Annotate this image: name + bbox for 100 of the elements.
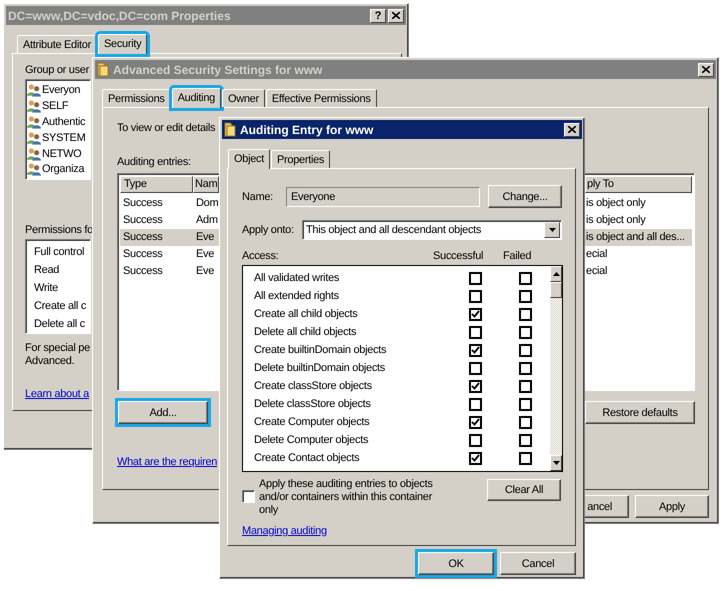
table-cell[interactable]: Dom [193, 195, 219, 212]
tab[interactable]: Object [228, 149, 270, 169]
table-cell[interactable]: Eve [193, 246, 219, 263]
successful-checkbox[interactable] [468, 362, 482, 374]
apply-children-label: Apply these auditing entries to objects and/or containers within this container only [259, 478, 434, 517]
table-cell[interactable]: Adm [193, 212, 219, 229]
user-name[interactable]: Everyon [42, 84, 80, 96]
apply-onto-label: Apply onto: [242, 224, 295, 236]
failed-checkbox[interactable] [518, 362, 532, 374]
clear-all-button[interactable]: Clear All [487, 479, 561, 501]
table-cell[interactable]: Eve [193, 229, 219, 246]
ok-button[interactable]: OK [418, 552, 494, 575]
tab[interactable]: Security [98, 34, 148, 54]
successful-checkbox[interactable] [468, 398, 482, 410]
failed-checkbox[interactable] [518, 452, 532, 464]
learn-link[interactable]: Learn about a [25, 388, 89, 400]
scrollbar[interactable] [550, 266, 562, 471]
access-name: Create classStore objects [254, 380, 373, 392]
permission-name: Write [34, 281, 59, 296]
failed-checkbox[interactable] [518, 290, 532, 302]
access-name: Delete classStore objects [254, 398, 372, 410]
window-title: DC=www,DC=vdoc,DC=com Properties [8, 8, 231, 22]
access-name: All extended rights [254, 290, 340, 302]
failed-checkbox[interactable] [518, 326, 532, 338]
tab[interactable]: Permissions [102, 89, 171, 107]
managing-auditing-link[interactable]: Managing auditing [242, 525, 327, 537]
table-cell[interactable]: Success [120, 246, 193, 263]
successful-checkbox[interactable] [468, 380, 482, 392]
add-button[interactable]: Add... [118, 401, 208, 424]
column-header[interactable]: Type [120, 176, 193, 193]
tab[interactable]: Properties [271, 150, 330, 168]
failed-checkbox[interactable] [518, 344, 532, 356]
successful-checkbox[interactable] [468, 326, 482, 338]
successful-checkbox[interactable] [468, 434, 482, 446]
apply-onto-dropdown[interactable]: This object and all descendant objects [302, 220, 562, 240]
successful-checkbox[interactable] [468, 452, 482, 464]
tab[interactable]: Effective Permissions [266, 89, 377, 107]
table-cell[interactable]: is object only [585, 195, 692, 212]
failed-checkbox[interactable] [518, 398, 532, 410]
tab[interactable]: Auditing [172, 88, 221, 108]
failed-checkbox[interactable] [518, 416, 532, 428]
tab[interactable]: Owner [222, 89, 265, 107]
users-icon [27, 114, 41, 129]
close-button[interactable] [698, 62, 714, 76]
user-name[interactable]: SYSTEM [42, 132, 86, 144]
users-icon [27, 130, 41, 145]
table-cell[interactable]: Success [120, 212, 193, 229]
user-name[interactable]: SELF [42, 100, 68, 112]
permission-name: Full control [34, 245, 82, 260]
successful-checkbox[interactable] [468, 344, 482, 356]
column-header[interactable]: Nam [193, 176, 219, 193]
access-name: Create builtinDomain objects [254, 344, 388, 356]
successful-checkbox[interactable] [468, 290, 482, 302]
failed-checkbox[interactable] [518, 272, 532, 284]
apply-children-checkbox[interactable] [242, 490, 255, 503]
table-cell[interactable]: Success [120, 263, 193, 280]
apply-button[interactable]: Apply [635, 495, 709, 518]
access-name: Delete all child objects [254, 326, 358, 338]
access-name: Delete builtinDomain objects [254, 362, 386, 374]
change-button[interactable]: Change... [488, 185, 562, 208]
user-name[interactable]: Organiza [42, 163, 84, 176]
access-name: Create Computer objects [254, 416, 370, 428]
close-icon [702, 66, 710, 73]
users-icon [27, 98, 41, 113]
restore-defaults-button[interactable]: Restore defaults [585, 401, 695, 424]
successful-checkbox[interactable] [468, 272, 482, 284]
tab[interactable]: Attribute Editor [17, 35, 97, 53]
failed-checkbox[interactable] [518, 434, 532, 446]
table-cell[interactable]: Success [120, 229, 193, 246]
group-label: Group or user [25, 64, 89, 76]
table-cell[interactable]: is object only [585, 212, 692, 229]
scroll-thumb[interactable] [550, 282, 562, 298]
cancel-button[interactable]: Cancel [500, 552, 576, 575]
note-text: For special pe [25, 342, 90, 355]
window-title: Advanced Security Settings for www [113, 62, 322, 76]
name-field[interactable]: Everyone [286, 186, 480, 206]
dropdown-arrow-icon [548, 228, 556, 232]
column-header[interactable]: ply To [585, 176, 692, 193]
table-cell[interactable]: Success [120, 195, 193, 212]
user-name[interactable]: Authentic [42, 116, 86, 128]
failed-checkbox[interactable] [518, 380, 532, 392]
table-cell[interactable]: Eve [193, 263, 219, 280]
table-cell[interactable]: is object and all des... [585, 229, 692, 246]
user-name[interactable]: NETWO [42, 148, 82, 160]
close-button[interactable] [388, 8, 404, 22]
table-cell[interactable]: ecial [585, 246, 692, 263]
failed-header: Failed [503, 250, 532, 262]
scroll-down-icon [552, 461, 560, 465]
users-icon [27, 82, 41, 97]
help-button[interactable]: ? [370, 8, 386, 22]
failed-checkbox[interactable] [518, 308, 532, 320]
access-name: Create Contact objects [254, 452, 360, 464]
successful-checkbox[interactable] [468, 308, 482, 320]
access-name: Create all child objects [254, 308, 358, 320]
close-button[interactable] [564, 122, 580, 136]
user-list[interactable]: Everyon SELF Authentic SYSTEM NETWO Organiza [25, 79, 91, 180]
close-icon [568, 126, 576, 133]
table-cell[interactable]: ecial [585, 263, 692, 280]
requirements-link[interactable]: What are the requiren [117, 456, 218, 468]
successful-checkbox[interactable] [468, 416, 482, 428]
